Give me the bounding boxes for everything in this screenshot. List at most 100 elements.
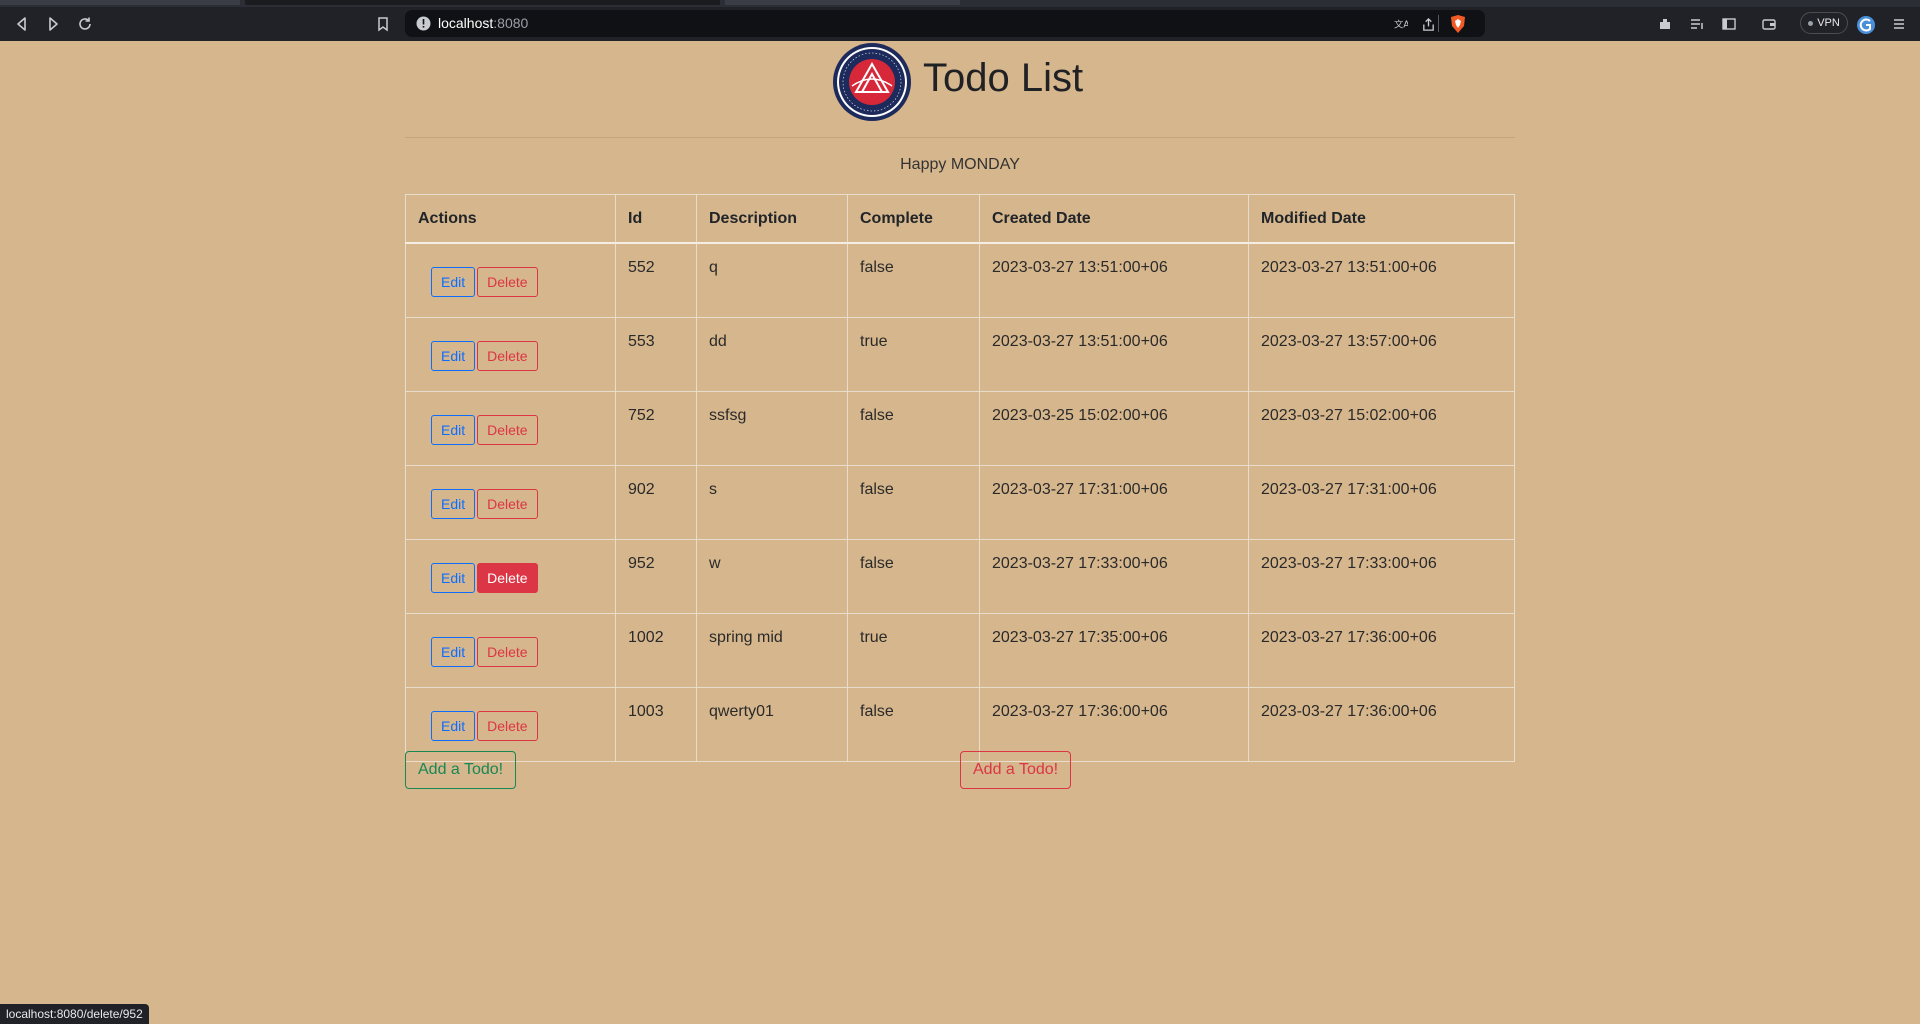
complete-cell: false [847,687,980,762]
description-cell: s [696,465,848,540]
column-header-actions: Actions [405,194,616,244]
id-cell: 752 [615,391,697,466]
description-cell: w [696,539,848,614]
actions-cell: Edit Delete [405,391,616,466]
column-header-complete: Complete [847,194,980,244]
forward-icon[interactable] [40,11,66,37]
modified-date-cell: 2023-03-27 13:51:00+06 [1248,242,1515,318]
table-row: Edit Delete 1003 qwerty01 false 2023-03-2… [405,687,1515,762]
created-date-cell: 2023-03-27 17:31:00+06 [979,465,1249,540]
edit-button[interactable]: Edit [431,563,476,593]
status-bar-link-preview: localhost:8080/delete/952 [0,1004,149,1024]
complete-cell: true [847,317,980,392]
tab-active[interactable] [245,0,720,5]
description-cell: ssfsg [696,391,848,466]
description-cell: spring mid [696,613,848,688]
modified-date-cell: 2023-03-27 15:02:00+06 [1248,391,1515,466]
modified-date-cell: 2023-03-27 13:57:00+06 [1248,317,1515,392]
created-date-cell: 2023-03-27 17:35:00+06 [979,613,1249,688]
actions-cell: Edit Delete [405,317,616,392]
column-header-created-date: Created Date [979,194,1249,244]
add-todo-button-secondary[interactable]: Add a Todo! [960,751,1072,789]
profile-icon[interactable] [1856,15,1876,35]
back-icon[interactable] [9,11,35,37]
playlist-icon[interactable] [1684,11,1710,37]
complete-cell: false [847,539,980,614]
complete-cell: false [847,242,980,318]
table-header-row: Actions Id Description Complete Created … [405,194,1515,244]
delete-button[interactable]: Delete [477,637,538,667]
complete-cell: false [847,465,980,540]
greeting-text: Happy MONDAY [900,156,1020,173]
table-row: Edit Delete 952 w false 2023-03-27 17:33:… [405,539,1515,614]
id-cell: 553 [615,317,697,392]
actions-cell: Edit Delete [405,465,616,540]
id-cell: 902 [615,465,697,540]
actions-cell: Edit Delete [405,242,616,318]
brave-shield-icon[interactable] [1449,14,1467,34]
description-cell: qwerty01 [696,687,848,762]
table-row: Edit Delete 752 ssfsg false 2023-03-25 15… [405,391,1515,466]
share-icon[interactable] [1418,14,1438,34]
complete-cell: false [847,391,980,466]
tab-strip [0,0,1920,7]
edit-button[interactable]: Edit [431,267,476,297]
university-logo [833,43,911,121]
column-header-description: Description [696,194,848,244]
bookmark-icon[interactable] [370,11,396,37]
modified-date-cell: 2023-03-27 17:36:00+06 [1248,613,1515,688]
tab[interactable] [0,0,240,5]
browser-toolbar: localhost:8080 文A VPN [0,7,1920,41]
delete-button[interactable]: Delete [477,267,538,297]
translate-icon[interactable]: 文A [1390,14,1410,34]
delete-button[interactable]: Delete [477,711,538,741]
svg-text:文A: 文A [1393,18,1407,30]
id-cell: 1002 [615,613,697,688]
todo-table: Actions Id Description Complete Created … [405,194,1515,762]
vpn-label: VPN [1817,17,1840,29]
actions-cell: Edit Delete [405,539,616,614]
url-host: localhost [438,15,494,31]
site-info-icon[interactable] [415,15,432,32]
id-cell: 952 [615,539,697,614]
delete-button-hovered[interactable]: Delete [477,563,538,593]
tab[interactable] [725,0,960,5]
wallet-icon[interactable] [1756,11,1782,37]
table-row: Edit Delete 553 dd true 2023-03-27 13:51:… [405,317,1515,392]
edit-button[interactable]: Edit [431,415,476,445]
url-port: :8080 [493,15,529,31]
column-header-modified-date: Modified Date [1248,194,1515,244]
reload-icon[interactable] [72,11,98,37]
table-row: Edit Delete 552 q false 2023-03-27 13:51:… [405,242,1515,318]
created-date-cell: 2023-03-25 15:02:00+06 [979,391,1249,466]
vpn-status-dot [1808,20,1814,26]
actions-cell: Edit Delete [405,613,616,688]
add-todo-button[interactable]: Add a Todo! [405,751,517,789]
description-cell: dd [696,317,848,392]
delete-button[interactable]: Delete [477,415,538,445]
extensions-icon[interactable] [1652,11,1678,37]
id-cell: 552 [615,242,697,318]
edit-button[interactable]: Edit [431,637,476,667]
vpn-button[interactable]: VPN [1800,12,1848,34]
modified-date-cell: 2023-03-27 17:31:00+06 [1248,465,1515,540]
table-row: Edit Delete 902 s false 2023-03-27 17:31:… [405,465,1515,540]
complete-cell: true [847,613,980,688]
page-title: Todo List [923,56,1084,100]
edit-button[interactable]: Edit [431,489,476,519]
edit-button[interactable]: Edit [431,341,476,371]
delete-button[interactable]: Delete [477,489,538,519]
delete-button[interactable]: Delete [477,341,538,371]
menu-icon[interactable] [1886,11,1912,37]
page-header: Todo List [405,41,1515,138]
created-date-cell: 2023-03-27 13:51:00+06 [979,317,1249,392]
created-date-cell: 2023-03-27 13:51:00+06 [979,242,1249,318]
sidebar-icon[interactable] [1716,11,1742,37]
column-header-id: Id [615,194,697,244]
description-cell: q [696,242,848,318]
url-text[interactable]: localhost:8080 [438,15,528,31]
edit-button[interactable]: Edit [431,711,476,741]
address-bar[interactable]: localhost:8080 文A [405,10,1485,37]
table-row: Edit Delete 1002 spring mid true 2023-03-… [405,613,1515,688]
modified-date-cell: 2023-03-27 17:36:00+06 [1248,687,1515,762]
